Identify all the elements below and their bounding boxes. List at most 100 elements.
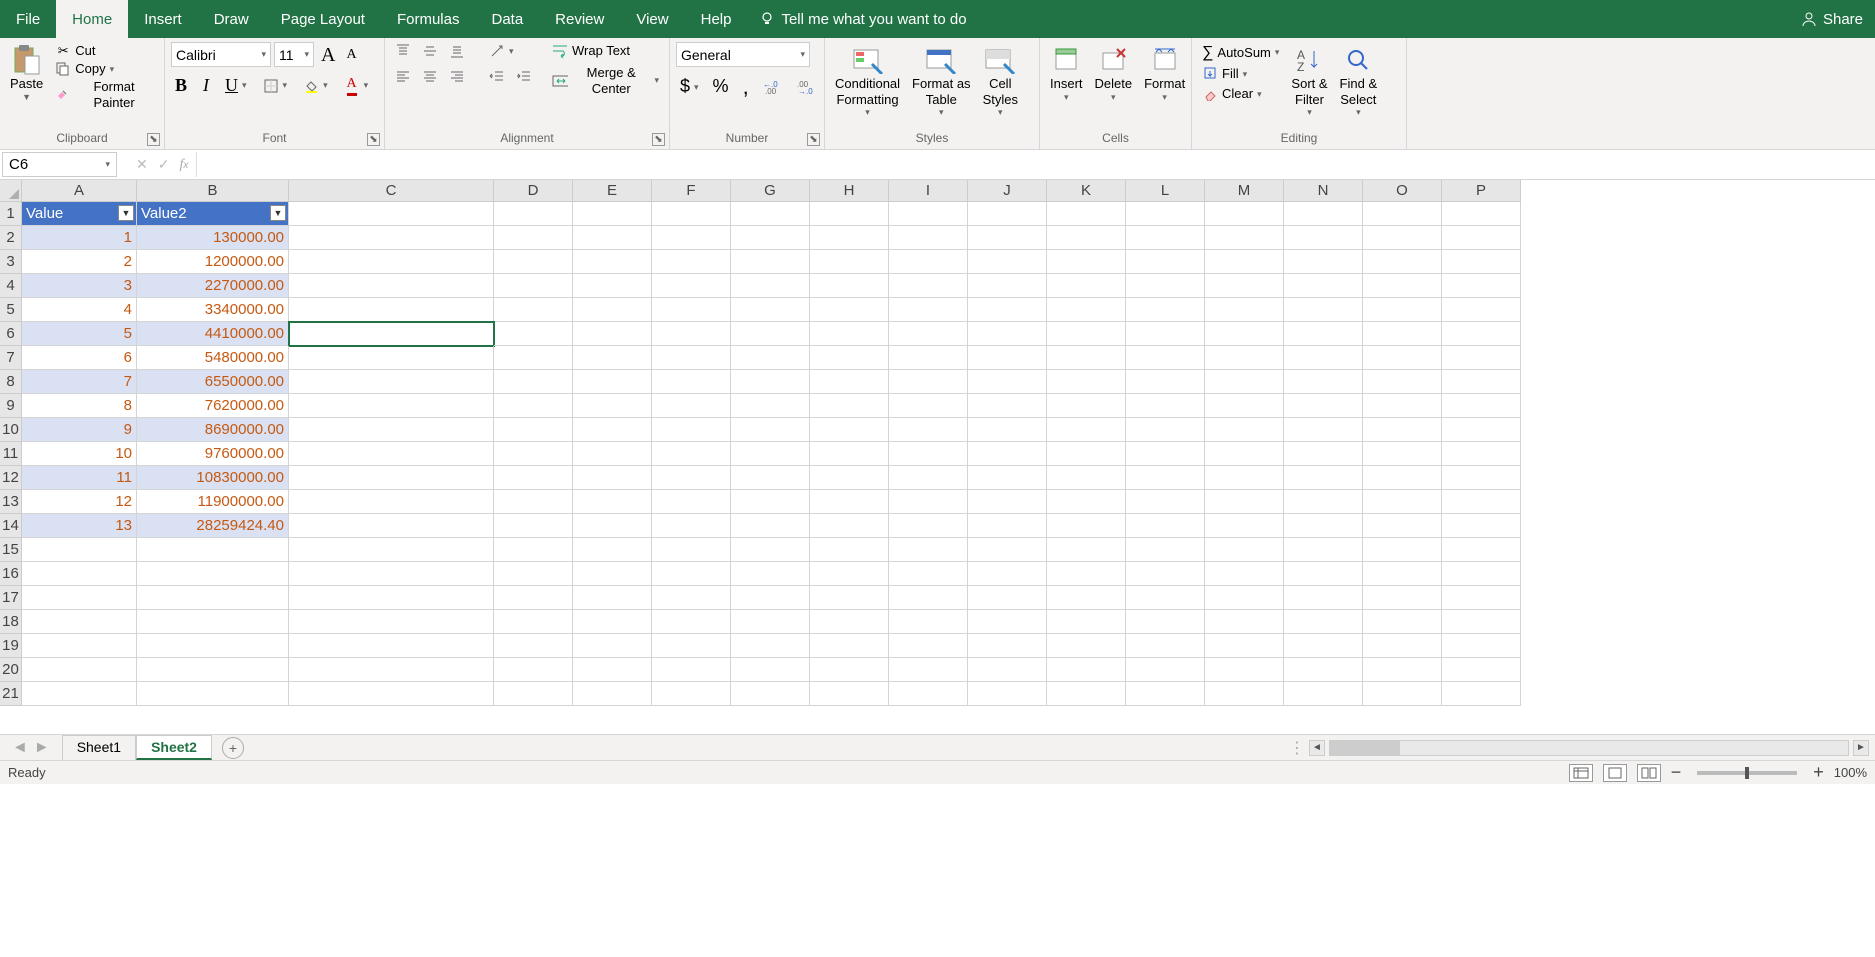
cell-B19[interactable] [137,634,289,658]
cell-N17[interactable] [1284,586,1363,610]
cell-E4[interactable] [573,274,652,298]
cell-C7[interactable] [289,346,494,370]
column-header-K[interactable]: K [1047,180,1126,202]
cell-K8[interactable] [1047,370,1126,394]
cell-K7[interactable] [1047,346,1126,370]
cell-L15[interactable] [1126,538,1205,562]
cell-L18[interactable] [1126,610,1205,634]
row-header-18[interactable]: 18 [0,610,22,634]
sheet-tab-sheet1[interactable]: Sheet1 [62,735,136,760]
cell-P2[interactable] [1442,226,1521,250]
wrap-text-button[interactable]: Wrap Text [548,42,663,60]
cell-H5[interactable] [810,298,889,322]
cell-N3[interactable] [1284,250,1363,274]
cell-J18[interactable] [968,610,1047,634]
cell-A13[interactable]: 12 [22,490,137,514]
cell-M11[interactable] [1205,442,1284,466]
cell-D10[interactable] [494,418,573,442]
cell-B4[interactable]: 2270000.00 [137,274,289,298]
cell-M16[interactable] [1205,562,1284,586]
cell-L7[interactable] [1126,346,1205,370]
cell-H12[interactable] [810,466,889,490]
cell-G9[interactable] [731,394,810,418]
font-color-button[interactable]: A▾ [340,77,373,95]
number-dialog-launcher[interactable]: ⬊ [807,133,820,146]
cell-E5[interactable] [573,298,652,322]
new-sheet-button[interactable]: + [222,737,244,759]
row-header-21[interactable]: 21 [0,682,22,706]
sheet-nav-next[interactable]: ► [34,739,50,757]
menu-tab-view[interactable]: View [620,0,684,38]
select-all-corner[interactable] [0,180,22,202]
cell-L17[interactable] [1126,586,1205,610]
cell-P13[interactable] [1442,490,1521,514]
cell-D1[interactable] [494,202,573,226]
fx-icon[interactable]: fx [179,157,188,173]
cell-D17[interactable] [494,586,573,610]
cell-K16[interactable] [1047,562,1126,586]
cell-K6[interactable] [1047,322,1126,346]
cell-G1[interactable] [731,202,810,226]
cell-styles-button[interactable]: Cell Styles▾ [979,42,1022,120]
cell-C10[interactable] [289,418,494,442]
cell-O6[interactable] [1363,322,1442,346]
cell-E8[interactable] [573,370,652,394]
cell-H20[interactable] [810,658,889,682]
cell-D20[interactable] [494,658,573,682]
cell-M19[interactable] [1205,634,1284,658]
cell-E9[interactable] [573,394,652,418]
cell-C1[interactable] [289,202,494,226]
cell-F4[interactable] [652,274,731,298]
cell-H13[interactable] [810,490,889,514]
cell-H3[interactable] [810,250,889,274]
cell-J19[interactable] [968,634,1047,658]
cell-C20[interactable] [289,658,494,682]
cell-G14[interactable] [731,514,810,538]
cell-I21[interactable] [889,682,968,706]
column-header-F[interactable]: F [652,180,731,202]
cell-P6[interactable] [1442,322,1521,346]
increase-decimal-button[interactable]: ←.0.00 [759,73,787,101]
cell-E12[interactable] [573,466,652,490]
cell-A7[interactable]: 6 [22,346,137,370]
cell-L4[interactable] [1126,274,1205,298]
row-header-14[interactable]: 14 [0,514,22,538]
share-button[interactable]: Share [1793,0,1871,38]
cell-I18[interactable] [889,610,968,634]
cell-L12[interactable] [1126,466,1205,490]
cell-A14[interactable]: 13 [22,514,137,538]
cell-L2[interactable] [1126,226,1205,250]
accounting-button[interactable]: $▾ [676,73,703,101]
increase-font-button[interactable]: A [317,42,339,68]
cell-G20[interactable] [731,658,810,682]
cell-A4[interactable]: 3 [22,274,137,298]
row-header-6[interactable]: 6 [0,322,22,346]
cell-B1[interactable]: Value2▼ [137,202,289,226]
cell-N4[interactable] [1284,274,1363,298]
row-header-9[interactable]: 9 [0,394,22,418]
cell-B7[interactable]: 5480000.00 [137,346,289,370]
cell-F2[interactable] [652,226,731,250]
cell-P19[interactable] [1442,634,1521,658]
cell-D12[interactable] [494,466,573,490]
cell-E13[interactable] [573,490,652,514]
cell-P21[interactable] [1442,682,1521,706]
cell-B20[interactable] [137,658,289,682]
cell-H21[interactable] [810,682,889,706]
cell-B3[interactable]: 1200000.00 [137,250,289,274]
cell-K17[interactable] [1047,586,1126,610]
cell-C19[interactable] [289,634,494,658]
insert-cells-button[interactable]: Insert▾ [1046,42,1087,104]
cell-J15[interactable] [968,538,1047,562]
font-size-select[interactable]: 11▾ [274,42,314,67]
cell-H19[interactable] [810,634,889,658]
cell-L11[interactable] [1126,442,1205,466]
cell-F10[interactable] [652,418,731,442]
font-dialog-launcher[interactable]: ⬊ [367,133,380,146]
cell-G17[interactable] [731,586,810,610]
cell-J7[interactable] [968,346,1047,370]
cell-I12[interactable] [889,466,968,490]
cell-D13[interactable] [494,490,573,514]
cell-O7[interactable] [1363,346,1442,370]
decrease-decimal-button[interactable]: .00→.0 [793,73,821,101]
